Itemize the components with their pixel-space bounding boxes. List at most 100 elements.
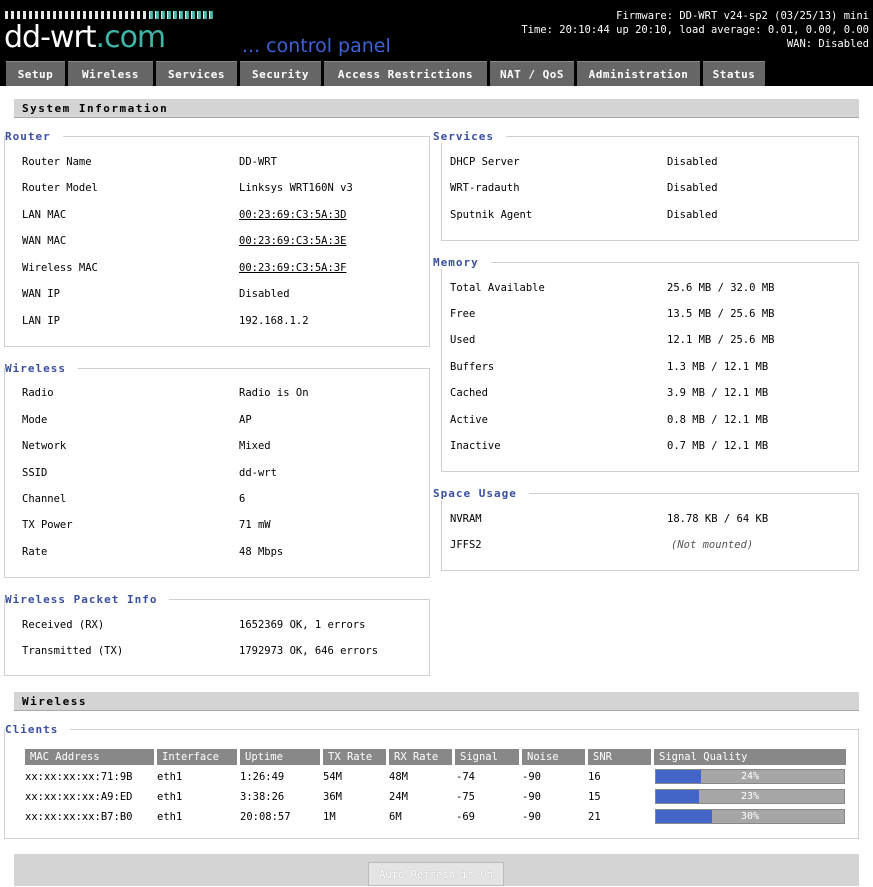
lan-ip-value: 192.168.1.2 bbox=[239, 315, 309, 327]
time-text: Time: 20:10:44 up 20:10, load average: 0… bbox=[521, 24, 869, 36]
services-legend: Services bbox=[433, 130, 506, 143]
client-snr: 21 bbox=[588, 811, 601, 823]
lan-mac-label: LAN MAC bbox=[22, 209, 67, 221]
packet-info-fieldset bbox=[4, 599, 430, 676]
total-available-value: 25.6 MB / 32.0 MB bbox=[667, 282, 775, 294]
tab-status[interactable]: Status bbox=[703, 61, 765, 86]
lan-mac-link[interactable]: 00:23:69:C3:5A:3D bbox=[239, 209, 346, 221]
header-info: Firmware: DD-WRT v24-sp2 (03/25/13) mini… bbox=[521, 9, 869, 51]
logo: dd-wrt.com bbox=[4, 20, 166, 55]
wan-mac-link[interactable]: 00:23:69:C3:5A:3E bbox=[239, 235, 346, 247]
col-uptime[interactable]: Uptime bbox=[240, 749, 320, 765]
received-label: Received (RX) bbox=[22, 619, 105, 631]
wireless-mac-link[interactable]: 00:23:69:C3:5A:3F bbox=[239, 262, 346, 274]
dhcp-server-value: Disabled bbox=[667, 156, 718, 168]
wan-ip-label: WAN IP bbox=[22, 288, 60, 300]
col-snr[interactable]: SNR bbox=[588, 749, 651, 765]
ssid-label: SSID bbox=[22, 467, 48, 479]
wan-ip-value: Disabled bbox=[239, 288, 290, 300]
client-mac: xx:xx:xx:xx:A9:ED bbox=[25, 791, 133, 803]
client-tx-rate: 36M bbox=[323, 791, 342, 803]
signal-quality-bar: 24% bbox=[655, 769, 845, 784]
total-available-label: Total Available bbox=[450, 282, 545, 294]
free-value: 13.5 MB / 25.6 MB bbox=[667, 308, 775, 320]
received-value: 1652369 OK, 1 errors bbox=[239, 619, 366, 631]
transmitted-label: Transmitted (TX) bbox=[22, 645, 124, 657]
jffs2-value: (Not mounted) bbox=[671, 539, 754, 551]
client-uptime: 20:08:57 bbox=[240, 811, 291, 823]
rate-label: Rate bbox=[22, 546, 48, 558]
tab-administration[interactable]: Administration bbox=[577, 61, 700, 86]
nvram-value: 18.78 KB / 64 KB bbox=[667, 513, 769, 525]
buffers-label: Buffers bbox=[450, 361, 495, 373]
rate-value: 48 Mbps bbox=[239, 546, 284, 558]
memory-legend: Memory bbox=[433, 256, 491, 269]
client-uptime: 1:26:49 bbox=[240, 771, 285, 783]
wan-status-text: WAN: Disabled bbox=[786, 38, 869, 50]
tx-power-value: 71 mW bbox=[239, 519, 271, 531]
tab-security[interactable]: Security bbox=[240, 61, 321, 86]
wireless-section-header: Wireless bbox=[14, 692, 859, 711]
client-noise: -90 bbox=[522, 791, 541, 803]
network-value: Mixed bbox=[239, 440, 271, 452]
col-noise[interactable]: Noise bbox=[522, 749, 585, 765]
col-rx-rate[interactable]: RX Rate bbox=[389, 749, 452, 765]
tab-access-restrictions[interactable]: Access Restrictions bbox=[324, 61, 487, 86]
mode-value: AP bbox=[239, 414, 252, 426]
dhcp-server-label: DHCP Server bbox=[450, 156, 520, 168]
col-signal-quality[interactable]: Signal Quality bbox=[654, 749, 846, 765]
col-signal[interactable]: Signal bbox=[455, 749, 519, 765]
network-label: Network bbox=[22, 440, 67, 452]
radauth-label: WRT-radauth bbox=[450, 182, 520, 194]
client-tx-rate: 54M bbox=[323, 771, 342, 783]
used-label: Used bbox=[450, 334, 476, 346]
client-tx-rate: 1M bbox=[323, 811, 336, 823]
system-information-header: System Information bbox=[14, 99, 859, 118]
client-snr: 15 bbox=[588, 791, 601, 803]
client-interface: eth1 bbox=[157, 811, 183, 823]
used-value: 12.1 MB / 25.6 MB bbox=[667, 334, 775, 346]
col-mac-address[interactable]: MAC Address bbox=[25, 749, 154, 765]
client-signal: -69 bbox=[456, 811, 475, 823]
col-interface[interactable]: Interface bbox=[157, 749, 237, 765]
client-rx-rate: 6M bbox=[389, 811, 402, 823]
cached-label: Cached bbox=[450, 387, 488, 399]
signal-quality-text: 23% bbox=[740, 791, 760, 802]
router-model-label: Router Model bbox=[22, 182, 98, 194]
wan-mac-label: WAN MAC bbox=[22, 235, 67, 247]
tab-wireless[interactable]: Wireless bbox=[68, 61, 153, 86]
client-noise: -90 bbox=[522, 771, 541, 783]
router-name-value: DD-WRT bbox=[239, 156, 277, 168]
col-tx-rate[interactable]: TX Rate bbox=[323, 749, 386, 765]
tab-nat-qos[interactable]: NAT / QoS bbox=[490, 61, 574, 86]
client-rx-rate: 48M bbox=[389, 771, 408, 783]
client-interface: eth1 bbox=[157, 791, 183, 803]
wireless-mac-label: Wireless MAC bbox=[22, 262, 98, 274]
signal-quality-text: 30% bbox=[740, 811, 760, 822]
nvram-label: NVRAM bbox=[450, 513, 482, 525]
client-signal: -74 bbox=[456, 771, 475, 783]
router-legend: Router bbox=[5, 130, 63, 143]
client-uptime: 3:38:26 bbox=[240, 791, 285, 803]
tab-setup[interactable]: Setup bbox=[6, 61, 65, 86]
logo-dashes-accent bbox=[150, 11, 215, 19]
clients-legend: Clients bbox=[5, 723, 71, 736]
client-interface: eth1 bbox=[157, 771, 183, 783]
radauth-value: Disabled bbox=[667, 182, 718, 194]
radio-label: Radio bbox=[22, 387, 54, 399]
router-name-label: Router Name bbox=[22, 156, 92, 168]
packet-info-legend: Wireless Packet Info bbox=[5, 593, 170, 606]
channel-value: 6 bbox=[239, 493, 246, 505]
control-panel-subtitle: ... control panel bbox=[242, 35, 391, 57]
logo-text: dd-wrt bbox=[4, 20, 97, 55]
client-rx-rate: 24M bbox=[389, 791, 408, 803]
client-noise: -90 bbox=[522, 811, 541, 823]
tab-services[interactable]: Services bbox=[156, 61, 237, 86]
wireless-legend: Wireless bbox=[5, 362, 78, 375]
sputnik-label: Sputnik Agent bbox=[450, 209, 533, 221]
cached-value: 3.9 MB / 12.1 MB bbox=[667, 387, 769, 399]
tx-power-label: TX Power bbox=[22, 519, 73, 531]
auto-refresh-button[interactable]: Auto-Refresh is On bbox=[368, 862, 504, 886]
space-usage-fieldset bbox=[441, 493, 859, 571]
mode-label: Mode bbox=[22, 414, 48, 426]
